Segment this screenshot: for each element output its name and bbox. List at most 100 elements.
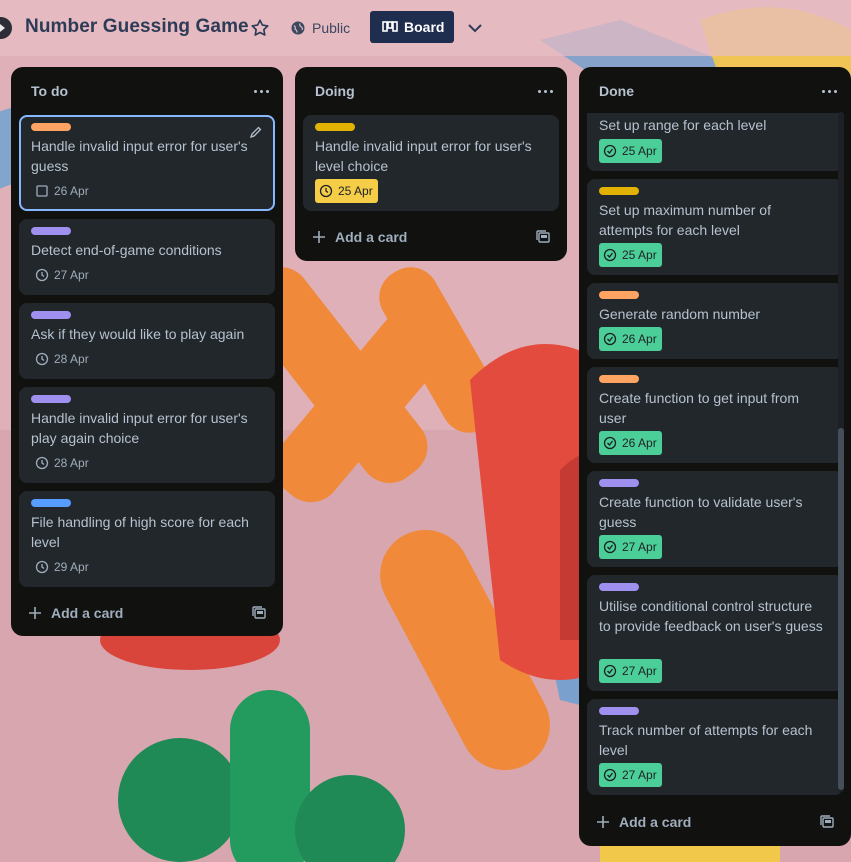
star-button[interactable] <box>249 17 271 39</box>
card[interactable]: Track number of attempts for each level … <box>587 699 843 795</box>
card-label[interactable] <box>31 123 71 131</box>
due-date-badge[interactable]: 29 Apr <box>31 555 94 579</box>
due-date-badge[interactable]: 25 Apr <box>599 139 662 163</box>
due-date: 26 Apr <box>54 184 89 198</box>
clock-icon <box>35 268 49 282</box>
card[interactable]: Create function to validate user's guess… <box>587 471 843 567</box>
due-date: 28 Apr <box>54 352 89 366</box>
chevron-down-icon <box>468 24 482 33</box>
card[interactable]: File handling of high score for each lev… <box>19 491 275 587</box>
card-label[interactable] <box>31 227 71 235</box>
due-date-badge[interactable]: 28 Apr <box>31 347 94 371</box>
due-date: 25 Apr <box>338 184 373 198</box>
board-title[interactable]: Number Guessing Game <box>25 16 249 38</box>
card-label[interactable] <box>599 187 639 195</box>
card-description-icon <box>36 185 48 197</box>
clock-icon <box>603 248 617 262</box>
due-date: 25 Apr <box>622 248 657 262</box>
card-title: Utilise conditional control structure to… <box>599 598 823 634</box>
card-title: Create function to get input from user <box>599 390 799 426</box>
plus-icon <box>597 816 609 828</box>
clock-icon <box>603 332 617 346</box>
due-date: 28 Apr <box>54 456 89 470</box>
card[interactable]: Handle invalid input error for user's gu… <box>19 115 275 211</box>
clock-icon <box>35 560 49 574</box>
back-button[interactable] <box>0 17 12 39</box>
card[interactable]: Create function to get input from user 2… <box>587 367 843 463</box>
list-title[interactable]: Doing <box>315 83 355 99</box>
card-label[interactable] <box>599 375 639 383</box>
list-menu-button[interactable] <box>251 81 273 101</box>
list-doing: Doing Handle invalid input error for use… <box>295 67 567 261</box>
card-title: Detect end-of-game conditions <box>31 242 222 258</box>
card-label[interactable] <box>31 311 71 319</box>
list-todo: To do Handle invalid input error for use… <box>11 67 283 636</box>
board-view-button[interactable]: Board <box>370 11 454 43</box>
card-list-viewport: Set up range for each level 25 Apr Set u… <box>579 113 851 799</box>
card-template-icon[interactable] <box>819 814 835 830</box>
visibility-label: Public <box>312 20 351 36</box>
due-date-badge[interactable]: 25 Apr <box>599 243 662 267</box>
card-template-icon[interactable] <box>251 605 267 621</box>
card[interactable]: Handle invalid input error for user's le… <box>303 115 559 211</box>
list-scrollbar-thumb[interactable] <box>838 428 844 790</box>
add-card-button[interactable]: Add a card <box>311 227 407 247</box>
card-label[interactable] <box>31 395 71 403</box>
add-card-button[interactable]: Add a card <box>27 603 123 623</box>
clock-icon <box>603 664 617 678</box>
list-menu-button[interactable] <box>535 81 557 101</box>
due-date: 27 Apr <box>622 664 657 678</box>
due-date-badge[interactable]: 27 Apr <box>599 763 662 787</box>
card[interactable]: Handle invalid input error for user's pl… <box>19 387 275 483</box>
card-template-icon[interactable] <box>535 229 551 245</box>
clock-icon <box>319 184 333 198</box>
card-label[interactable] <box>599 583 639 591</box>
card-title: Ask if they would like to play again <box>31 326 245 342</box>
due-date-badge[interactable]: 25 Apr <box>315 179 378 203</box>
clock-icon <box>35 456 49 470</box>
card-label[interactable] <box>315 123 355 131</box>
card-title: Track number of attempts for each level <box>599 722 813 758</box>
board-header: Number Guessing Game Public Board <box>0 0 851 56</box>
card[interactable]: Ask if they would like to play again 28 … <box>19 303 275 379</box>
card[interactable]: Set up maximum number of attempts for ea… <box>587 179 843 275</box>
due-date: 27 Apr <box>622 768 657 782</box>
card[interactable]: Utilise conditional control structure to… <box>587 575 843 691</box>
card-title: Generate random number <box>599 306 761 322</box>
add-card-label: Add a card <box>619 814 692 830</box>
plus-icon <box>29 607 41 619</box>
card-label[interactable] <box>599 479 639 487</box>
card[interactable]: Detect end-of-game conditions 27 Apr <box>19 219 275 295</box>
due-date-badge[interactable]: 26 Apr <box>599 327 662 351</box>
card-title: Set up maximum number of attempts for ea… <box>599 202 771 238</box>
view-switcher-button[interactable] <box>464 17 486 39</box>
due-date-badge[interactable]: 28 Apr <box>31 451 94 475</box>
visibility-button[interactable]: Public <box>290 14 350 42</box>
due-date-badge[interactable]: 27 Apr <box>31 263 94 287</box>
due-date-badge[interactable]: 27 Apr <box>599 659 662 683</box>
due-date-badge[interactable]: 26 Apr <box>31 179 94 203</box>
list-menu-button[interactable] <box>819 81 841 101</box>
card[interactable]: Set up range for each level 25 Apr <box>587 113 843 171</box>
due-date: 29 Apr <box>54 560 89 574</box>
card-title: Handle invalid input error for user's pl… <box>31 410 248 446</box>
add-card-button[interactable]: Add a card <box>595 812 691 832</box>
list-title[interactable]: To do <box>31 83 68 99</box>
clock-icon <box>603 436 617 450</box>
due-date: 26 Apr <box>622 332 657 346</box>
plus-icon <box>313 231 325 243</box>
card-label[interactable] <box>599 291 639 299</box>
globe-icon <box>291 21 305 35</box>
list-title[interactable]: Done <box>599 83 634 99</box>
card-label[interactable] <box>599 707 639 715</box>
card-title: Create function to validate user's guess <box>599 494 803 530</box>
card[interactable]: Generate random number 26 Apr <box>587 283 843 359</box>
due-date: 25 Apr <box>622 144 657 158</box>
card-label[interactable] <box>31 499 71 507</box>
list-header: Doing <box>295 67 567 115</box>
board-view-label: Board <box>404 19 445 35</box>
due-date-badge[interactable]: 26 Apr <box>599 431 662 455</box>
due-date-badge[interactable]: 27 Apr <box>599 535 662 559</box>
list-header: To do <box>11 67 283 115</box>
clock-icon <box>35 352 49 366</box>
